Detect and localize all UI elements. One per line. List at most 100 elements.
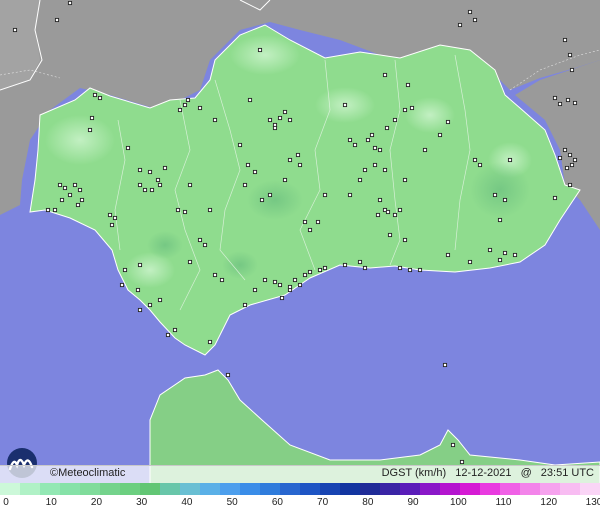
station-marker-icon [405,82,411,88]
station-marker-icon [137,182,143,188]
station-marker-icon [67,0,73,6]
station-marker-icon [397,207,403,213]
color-swatch [520,483,540,495]
station-marker-icon [557,155,563,161]
station-marker-icon [245,162,251,168]
station-marker-icon [567,52,573,58]
station-marker-icon [369,132,375,138]
station-marker-icon [212,117,218,123]
info-bar: ©Meteoclimatic DGST (km/h) 12-12-2021 @ … [0,465,600,484]
station-marker-icon [407,267,413,273]
station-marker-icon [445,119,451,125]
scale-tick-label: 120 [540,497,558,508]
station-marker-icon [212,272,218,278]
station-marker-icon [317,267,323,273]
wind-patch [230,35,300,75]
station-marker-icon [307,227,313,233]
color-swatch [240,483,260,495]
station-marker-icon [242,302,248,308]
station-marker-icon [137,167,143,173]
station-marker-icon [107,212,113,218]
color-swatch [40,483,60,495]
station-marker-icon [445,252,451,258]
station-marker-icon [282,177,288,183]
station-marker-icon [402,177,408,183]
station-marker-icon [187,259,193,265]
station-marker-icon [287,117,293,123]
color-swatch [80,483,100,495]
station-marker-icon [147,302,153,308]
station-marker-icon [409,105,415,111]
scale-tick-label: 90 [407,497,419,508]
station-marker-icon [552,95,558,101]
station-marker-icon [272,279,278,285]
station-marker-icon [162,165,168,171]
station-marker-icon [72,182,78,188]
wind-patch [222,251,258,279]
station-marker-icon [302,272,308,278]
station-marker-icon [155,177,161,183]
color-scale-swatches [0,483,600,495]
scale-tick-label: 40 [181,497,193,508]
station-marker-icon [52,207,58,213]
station-marker-icon [202,242,208,248]
station-marker-icon [459,459,465,465]
station-marker-icon [267,192,273,198]
station-marker-icon [437,132,443,138]
weather-map [0,0,600,517]
station-marker-icon [565,97,571,103]
station-marker-icon [442,362,448,368]
color-swatch [220,483,240,495]
scale-tick-label: 50 [226,497,238,508]
station-marker-icon [382,72,388,78]
station-marker-icon [392,117,398,123]
station-marker-icon [557,101,563,107]
station-marker-icon [492,192,498,198]
color-swatch [180,483,200,495]
station-marker-icon [165,332,171,338]
station-marker-icon [375,212,381,218]
station-marker-icon [172,327,178,333]
station-marker-icon [382,167,388,173]
station-marker-icon [487,247,493,253]
station-marker-icon [54,17,60,23]
station-marker-icon [450,442,456,448]
station-marker-icon [572,157,578,163]
color-swatch [140,483,160,495]
station-marker-icon [377,147,383,153]
station-marker-icon [207,207,213,213]
station-marker-icon [322,265,328,271]
color-swatch [160,483,180,495]
station-marker-icon [477,162,483,168]
station-marker-icon [89,115,95,121]
station-marker-icon [257,47,263,53]
wind-patch [247,180,303,220]
station-marker-icon [384,125,390,131]
station-marker-icon [307,269,313,275]
station-marker-icon [567,152,573,158]
station-marker-icon [149,187,155,193]
station-marker-icon [342,102,348,108]
station-marker-icon [157,297,163,303]
station-marker-icon [137,262,143,268]
station-marker-icon [417,267,423,273]
station-marker-icon [182,102,188,108]
station-marker-icon [272,125,278,131]
station-marker-icon [362,265,368,271]
color-swatch [440,483,460,495]
station-marker-icon [62,185,68,191]
station-marker-icon [45,207,51,213]
station-marker-icon [567,182,573,188]
station-marker-icon [207,339,213,345]
color-swatch [200,483,220,495]
color-swatch [360,483,380,495]
station-marker-icon [295,152,301,158]
color-scale: 0 10 20 30 40 50 60 70 80 90 100 110 120 130 [0,483,600,517]
product-label: DGST (km/h) [381,467,447,479]
station-marker-icon [125,145,131,151]
station-marker-icon [87,127,93,133]
station-marker-icon [402,237,408,243]
station-marker-icon [177,107,183,113]
station-marker-icon [225,372,231,378]
station-marker-icon [197,237,203,243]
